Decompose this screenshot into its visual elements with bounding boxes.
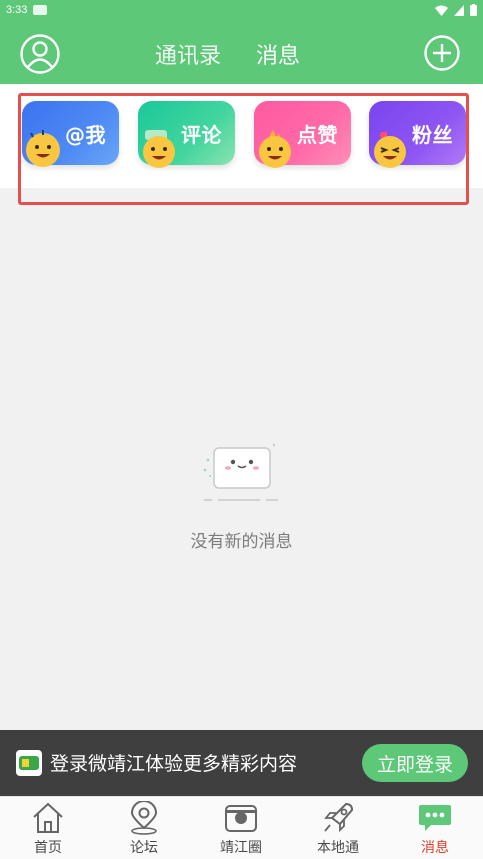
tab-messages[interactable]: 消息 — [256, 38, 300, 70]
login-banner: 登录微靖江体验更多精彩内容 立即登录 — [0, 730, 483, 796]
app-header: 通讯录 消息 — [0, 20, 483, 84]
nav-item-forum[interactable]: 论坛 — [96, 797, 192, 859]
app-logo — [16, 750, 42, 776]
nav-item-home[interactable]: 首页 — [0, 797, 96, 859]
highlight-outline — [18, 93, 469, 205]
location-pin-icon — [130, 801, 158, 835]
battery-icon — [470, 4, 477, 16]
empty-state-text: 没有新的消息 — [190, 532, 293, 552]
status-bar: 3:33 — [0, 0, 483, 20]
nav-item-local[interactable]: 本地通 — [290, 797, 386, 859]
nav-label: 首页 — [34, 840, 62, 856]
nav-label: 本地通 — [317, 840, 359, 856]
wifi-icon — [435, 5, 448, 16]
signal-icon — [454, 4, 464, 16]
nav-item-circle[interactable]: 靖江圈 — [193, 797, 289, 859]
rocket-icon — [324, 802, 354, 833]
user-avatar-icon[interactable] — [20, 34, 60, 74]
empty-message-icon — [203, 443, 278, 501]
notification-icon — [33, 5, 48, 15]
nav-label: 论坛 — [130, 840, 158, 856]
login-prompt-text: 登录微靖江体验更多精彩内容 — [50, 753, 298, 775]
nav-item-messages[interactable]: 消息 — [387, 797, 483, 859]
chat-bubble-icon — [419, 805, 451, 831]
camera-icon — [225, 805, 257, 832]
add-icon[interactable] — [424, 35, 460, 71]
bottom-nav: 首页 论坛 靖江圈 本地通 消息 — [0, 796, 483, 859]
nav-label: 消息 — [421, 840, 449, 856]
login-now-button[interactable]: 立即登录 — [362, 744, 468, 782]
home-icon — [33, 802, 63, 833]
nav-label: 靖江圈 — [220, 840, 262, 856]
status-time: 3:33 — [6, 4, 28, 16]
tab-contacts[interactable]: 通讯录 — [155, 38, 221, 70]
